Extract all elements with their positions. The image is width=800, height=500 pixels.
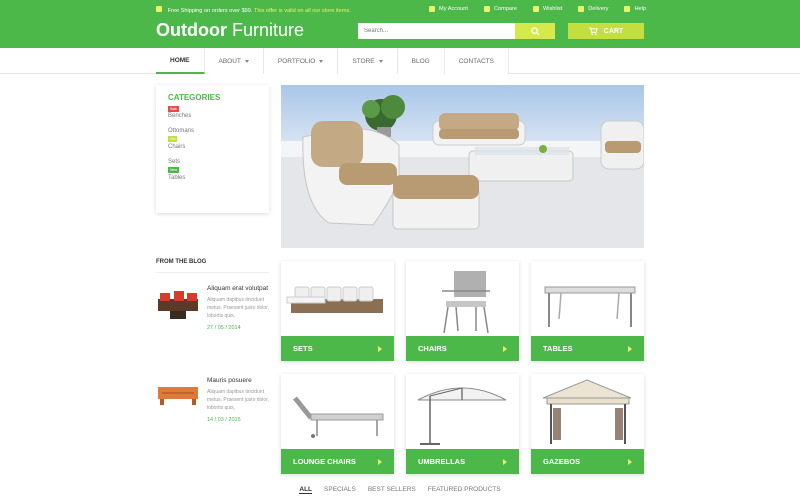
hero-banner[interactable] xyxy=(281,85,644,248)
product-card-lounge-chairs[interactable]: LOUNGE CHAIRS xyxy=(281,374,394,474)
new-badge: New xyxy=(168,167,180,173)
chevron-down-icon xyxy=(319,59,324,63)
user-icon xyxy=(429,6,436,12)
compare-link[interactable]: Compare xyxy=(483,6,517,12)
categories-panel: CATEGORIES Sale Benches Ottomans Hot Cha… xyxy=(156,85,269,213)
delivery-icon xyxy=(578,6,585,12)
truck-icon xyxy=(156,6,162,12)
arrow-right-icon xyxy=(503,458,507,465)
nav-contacts[interactable]: CONTACTS xyxy=(445,48,509,74)
nav-store[interactable]: STORE xyxy=(338,48,398,74)
blog-post-title[interactable]: Mauris posuere xyxy=(207,375,269,386)
table-image xyxy=(544,286,636,327)
logo-bold: Outdoor xyxy=(156,20,227,40)
product-label: UMBRELLAS xyxy=(418,457,466,466)
product-label: GAZEBOS xyxy=(543,457,581,466)
shipping-highlight: This offer is valid on all our store ite… xyxy=(253,8,351,14)
lounge-chair-image xyxy=(293,396,384,438)
search-icon xyxy=(530,26,540,36)
arrow-right-icon xyxy=(628,458,632,465)
product-label: LOUNGE CHAIRS xyxy=(293,457,356,466)
chevron-down-icon xyxy=(244,59,249,63)
blog-post-excerpt: Aliquam dapibus tincidunt metus. Praesen… xyxy=(207,297,269,319)
product-label: SETS xyxy=(293,344,313,353)
cart-icon xyxy=(588,27,598,35)
divider xyxy=(156,272,269,273)
chevron-down-icon xyxy=(378,59,383,63)
tab-featured-products[interactable]: FEATURED PRODUCTS xyxy=(428,486,501,494)
cart-button[interactable]: CART xyxy=(568,23,644,39)
search-input[interactable] xyxy=(358,23,515,39)
blog-post-title[interactable]: Aliquam erat volutpat xyxy=(207,283,269,294)
arrow-right-icon xyxy=(378,458,382,465)
hot-badge: Hot xyxy=(168,136,178,142)
top-bar: Free Shipping on orders over $99. This o… xyxy=(156,6,646,16)
shipping-notice: Free Shipping on orders over $99. This o… xyxy=(156,6,351,14)
arrow-right-icon xyxy=(503,345,507,352)
nav-about[interactable]: ABOUT xyxy=(205,48,264,74)
my-account-link[interactable]: My Account xyxy=(429,6,468,12)
sofa-set-image xyxy=(286,286,383,313)
blog-thumbnail xyxy=(156,283,200,323)
product-card-gazebos[interactable]: GAZEBOS xyxy=(531,374,644,474)
shipping-text: Free Shipping on orders over $99. xyxy=(167,8,253,14)
blog-post-date: 14 / 03 / 2015 xyxy=(207,417,241,423)
product-card-tables[interactable]: TABLES xyxy=(531,261,644,361)
delivery-link[interactable]: Delivery xyxy=(578,6,608,12)
nav-blog[interactable]: BLOG xyxy=(398,48,445,74)
blog-post-excerpt: Aliquam dapibus tincidunt metus. Praesen… xyxy=(207,389,269,411)
search-button[interactable] xyxy=(515,23,555,39)
logo-rest: Furniture xyxy=(232,20,305,40)
account-links: My Account Compare Wishlist Delivery Hel… xyxy=(429,6,646,12)
blog-heading: FROM THE BLOG xyxy=(156,259,207,265)
gazebo-image xyxy=(542,379,632,444)
product-card-umbrellas[interactable]: UMBRELLAS xyxy=(406,374,519,474)
blog-thumbnail xyxy=(156,375,200,415)
tab-best-sellers[interactable]: BEST SELLERS xyxy=(368,486,416,494)
site-logo[interactable]: Outdoor Furniture xyxy=(156,20,304,41)
product-card-chairs[interactable]: CHAIRS xyxy=(406,261,519,361)
umbrella-image xyxy=(417,387,507,445)
nav-portfolio[interactable]: PORTFOLIO xyxy=(264,48,339,74)
sale-badge: Sale xyxy=(168,106,180,112)
category-sets[interactable]: Sets New xyxy=(168,159,257,174)
product-card-sets[interactable]: SETS xyxy=(281,261,394,361)
tab-specials[interactable]: SPECIALS xyxy=(324,486,356,494)
product-label: CHAIRS xyxy=(418,344,447,353)
help-icon xyxy=(624,6,631,12)
blog-post-date: 27 / 05 / 2014 xyxy=(207,325,241,331)
product-label: TABLES xyxy=(543,344,573,353)
arrow-right-icon xyxy=(628,345,632,352)
chair-image xyxy=(442,271,490,334)
wishlist-link[interactable]: Wishlist xyxy=(532,6,562,12)
category-chairs[interactable]: Chairs xyxy=(168,144,257,150)
tab-all[interactable]: ALL xyxy=(299,486,313,494)
product-tabs: ALL SPECIALS BEST SELLERS FEATURED PRODU… xyxy=(0,486,800,494)
categories-title: CATEGORIES xyxy=(168,93,221,102)
cart-label: CART xyxy=(603,27,624,35)
heart-icon xyxy=(532,6,539,12)
compare-icon xyxy=(483,6,490,12)
main-nav: HOME ABOUT PORTFOLIO STORE BLOG CONTACTS xyxy=(156,48,509,74)
category-tables[interactable]: Tables xyxy=(168,175,257,181)
hero-image xyxy=(281,85,644,248)
nav-home[interactable]: HOME xyxy=(156,48,205,74)
category-benches[interactable]: Sale Benches xyxy=(168,106,257,119)
help-link[interactable]: Help xyxy=(624,6,646,12)
category-ottomans[interactable]: Ottomans Hot xyxy=(168,128,257,143)
arrow-right-icon xyxy=(378,345,382,352)
